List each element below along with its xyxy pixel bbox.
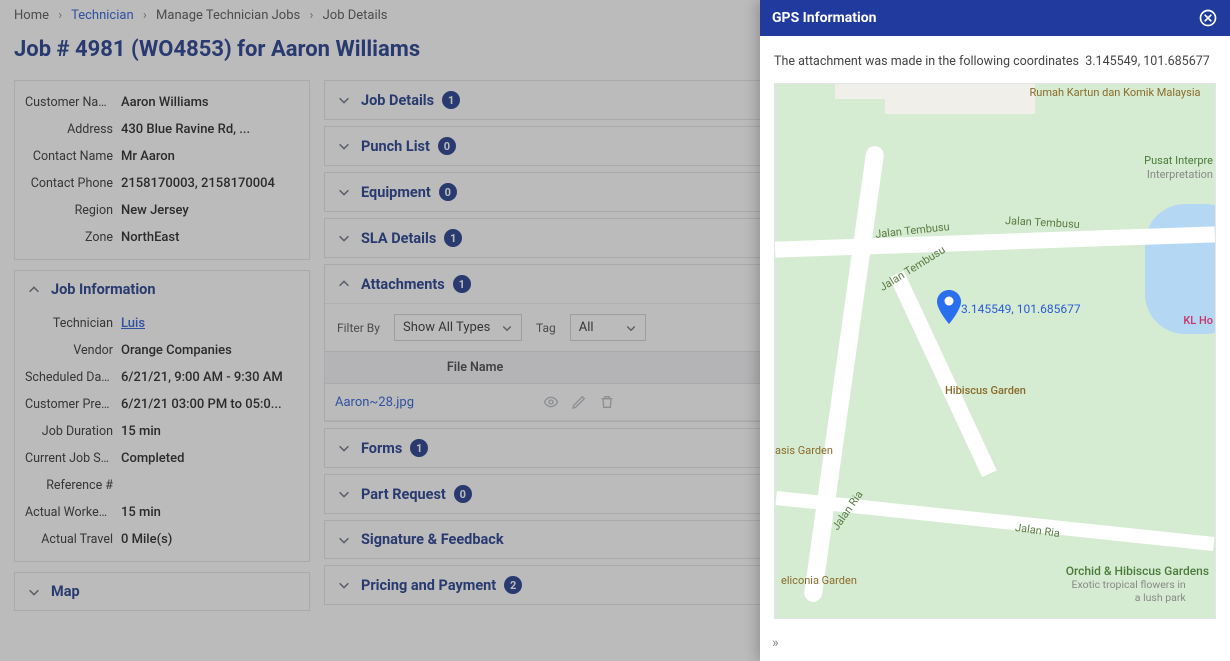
map-poi-label: Interpretation xyxy=(1147,168,1213,181)
map-poi-label: KL Ho xyxy=(1183,314,1213,327)
map-poi-sub: Exotic tropical flowers in a lush park xyxy=(1066,578,1186,604)
map-poi-label: asis Garden xyxy=(775,444,833,457)
map-poi-label: Hibiscus Garden xyxy=(945,384,1026,397)
gps-info-panel: GPS Information The attachment was made … xyxy=(760,0,1230,661)
gps-info-text: The attachment was made in the following… xyxy=(774,54,1216,69)
panel-header: GPS Information xyxy=(760,0,1230,36)
chevron-double-right-icon[interactable]: » xyxy=(772,635,776,651)
map-pin-icon[interactable] xyxy=(937,290,961,324)
panel-title: GPS Information xyxy=(772,10,876,26)
panel-footer: » xyxy=(760,629,1230,661)
map-coord-label: 3.145549, 101.685677 xyxy=(961,302,1081,316)
close-icon[interactable] xyxy=(1198,8,1218,28)
map-poi-label: eliconia Garden xyxy=(781,574,857,587)
map-poi-label: Rumah Kartun dan Komik Malaysia xyxy=(1025,86,1205,99)
map-poi-label: Pusat Interpre xyxy=(1144,154,1213,167)
map-view[interactable]: Jalan Tembusu Jalan Tembusu Jalan Tembus… xyxy=(774,83,1216,619)
map-road-label: Jalan Tembusu xyxy=(1005,214,1080,231)
map-poi-label: Orchid & Hibiscus Gardens xyxy=(1066,564,1209,578)
